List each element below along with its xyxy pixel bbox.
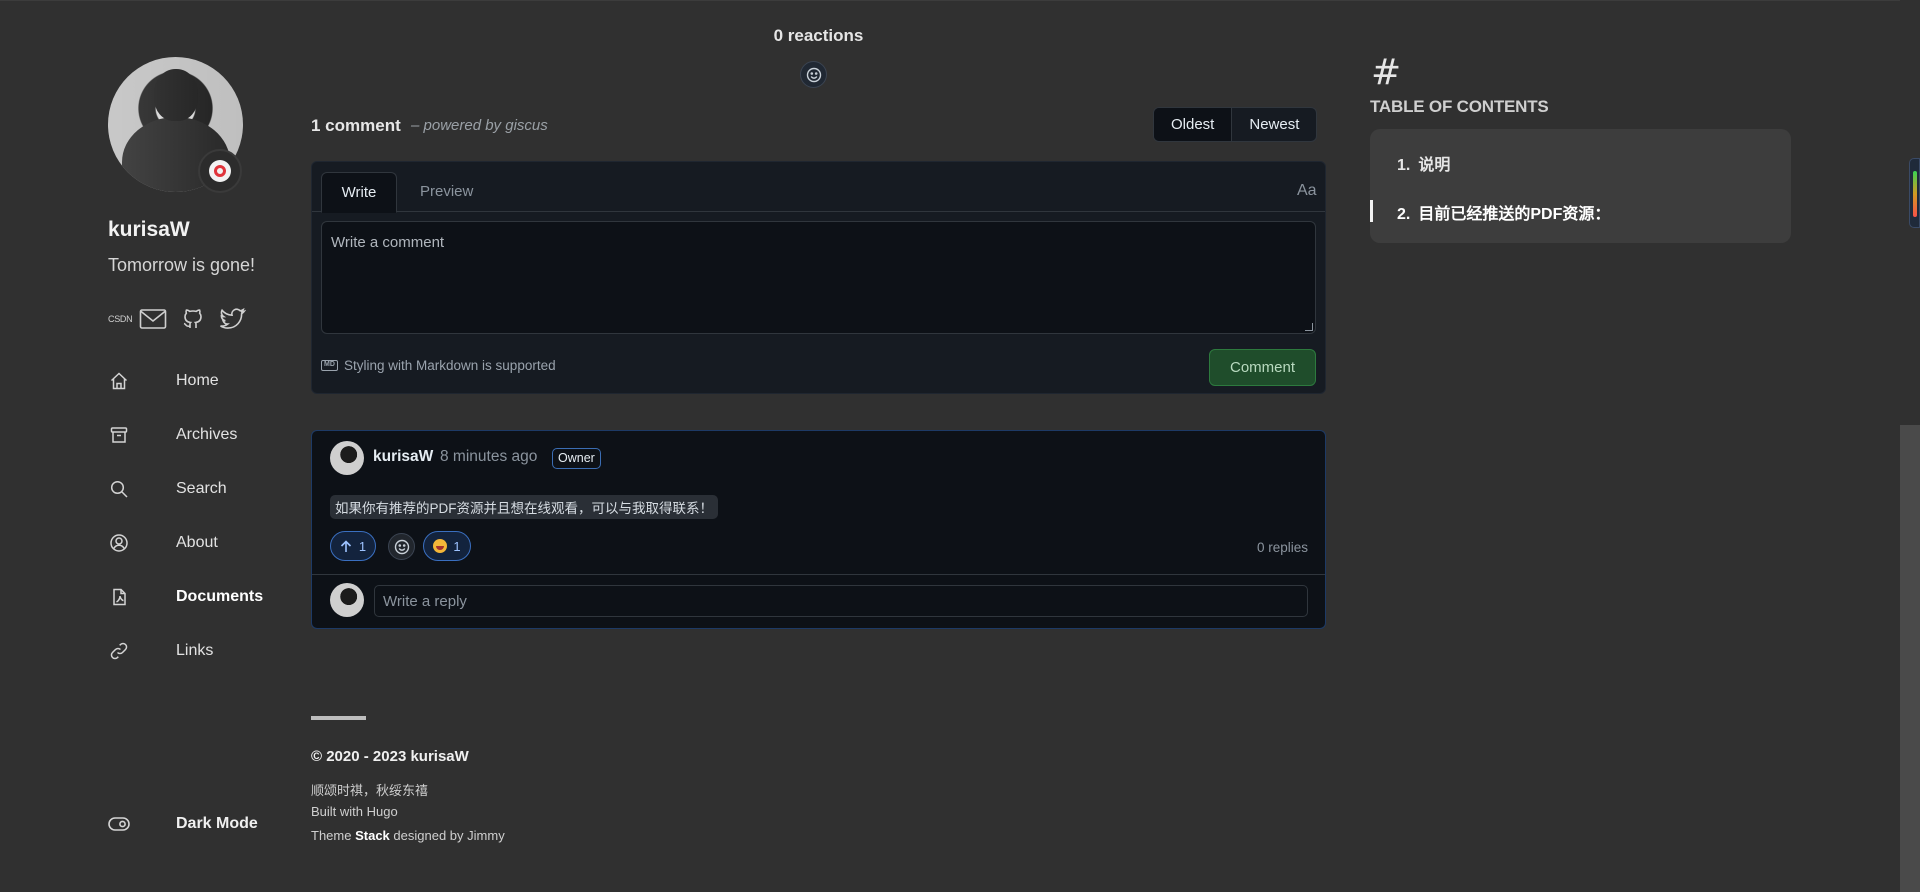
tab-write[interactable]: Write: [321, 172, 397, 213]
comment-add-reaction-button[interactable]: [388, 533, 415, 560]
scrollbar-thumb[interactable]: [1900, 425, 1920, 892]
left-sidebar: kurisaW Tomorrow is gone! CSDN Home Arch…: [108, 0, 298, 892]
comment-textarea[interactable]: Write a comment: [321, 221, 1316, 334]
arrow-up-icon: [340, 539, 351, 552]
social-links: CSDN: [108, 304, 258, 334]
menu-label-home: Home: [176, 372, 219, 389]
toc-item-label: 说明: [1418, 157, 1451, 174]
avatar-emoji-badge: [198, 149, 242, 193]
menu-item-documents[interactable]: Documents: [108, 570, 298, 624]
comment-author[interactable]: kurisaW: [373, 448, 433, 466]
menu-item-home[interactable]: Home: [108, 354, 298, 408]
reply-divider: [312, 574, 1325, 575]
reply-user-avatar: [330, 583, 364, 617]
menu-item-archives[interactable]: Archives: [108, 408, 298, 462]
home-icon: [108, 370, 130, 392]
reply-placeholder: Write a reply: [383, 593, 467, 610]
comment-submit-button[interactable]: Comment: [1209, 349, 1316, 386]
footer-theme-prefix: Theme: [311, 828, 352, 843]
comment-author-avatar[interactable]: [330, 441, 364, 475]
upvote-button[interactable]: 1: [330, 531, 376, 561]
menu-item-about[interactable]: About: [108, 516, 298, 570]
markdown-hint-text: Styling with Markdown is supported: [344, 358, 556, 373]
footer-theme-suffix[interactable]: designed by Jimmy: [393, 828, 504, 843]
laugh-reaction-button[interactable]: 1: [423, 531, 471, 561]
site-description: Tomorrow is gone!: [108, 255, 256, 275]
toc-card: 1. 说明 2. 目前已经推送的PDF资源：: [1370, 129, 1791, 243]
smiley-icon: [394, 539, 409, 554]
footer-theme: Theme Stack designed by Jimmy: [311, 828, 505, 843]
sort-oldest-button[interactable]: Oldest: [1154, 108, 1233, 141]
comment-time[interactable]: 8 minutes ago: [440, 448, 537, 466]
footer-theme-name[interactable]: Stack: [355, 828, 390, 843]
upvote-count: 1: [358, 538, 367, 554]
font-toggle-button[interactable]: Aa: [1297, 182, 1317, 200]
search-icon: [108, 478, 130, 500]
smiley-icon: [806, 67, 821, 82]
toc-title: TABLE OF CONTENTS: [1370, 97, 1549, 116]
toc-item-label: 目前已经推送的PDF资源：: [1418, 206, 1611, 223]
link-icon: [108, 640, 130, 662]
toc-item-1[interactable]: 1. 说明: [1397, 151, 1450, 175]
laugh-reaction-count: 1: [453, 538, 461, 554]
footer-divider: [311, 716, 366, 720]
toggle-icon: [108, 817, 130, 831]
comment-placeholder: Write a comment: [331, 234, 445, 251]
tab-preview[interactable]: Preview: [420, 172, 473, 212]
footer-motto: 顺颂时祺，秋绥东禧: [311, 783, 429, 798]
toc-item-number: 1.: [1397, 157, 1411, 174]
footer-copyright: © 2020 - 2023 kurisaW: [311, 748, 469, 765]
menu-item-search[interactable]: Search: [108, 462, 298, 516]
menu-label-search: Search: [176, 480, 227, 497]
menu-label-documents: Documents: [176, 588, 264, 605]
markdown-icon: MD: [321, 360, 338, 371]
comment-count: 1 comment: [311, 116, 401, 135]
toc-item-2[interactable]: 2. 目前已经推送的PDF资源：: [1397, 200, 1610, 224]
twitter-icon[interactable]: [218, 304, 248, 334]
comment-editor: Write Preview Aa Write a comment MD Styl…: [311, 161, 1326, 394]
sort-newest-button[interactable]: Newest: [1232, 108, 1316, 141]
comment-card: kurisaW 8 minutes ago Owner 如果你有推荐的PDF资源…: [311, 430, 1326, 629]
powered-by-giscus[interactable]: – powered by giscus: [411, 117, 548, 134]
site-name[interactable]: kurisaW: [108, 218, 190, 242]
archive-icon: [108, 424, 130, 446]
csdn-link[interactable]: CSDN: [108, 314, 138, 324]
email-icon[interactable]: [138, 304, 168, 334]
sort-toggle: Oldest Newest: [1153, 107, 1318, 142]
menu-item-links[interactable]: Links: [108, 624, 298, 678]
reply-input[interactable]: Write a reply: [374, 585, 1308, 617]
dark-mode-label: Dark Mode: [176, 815, 258, 832]
add-reaction-button[interactable]: [800, 61, 827, 88]
toc-hash-icon: #: [1371, 52, 1402, 93]
comment-body: 如果你有推荐的PDF资源并且想在线观看，可以与我取得联系！: [330, 495, 718, 519]
pdf-icon: [108, 586, 130, 608]
github-icon[interactable]: [178, 304, 208, 334]
resize-handle[interactable]: [1305, 323, 1313, 331]
owner-badge: Owner: [552, 448, 601, 469]
edge-widget-handle[interactable]: [1909, 158, 1920, 228]
footer-built-with[interactable]: Built with Hugo: [311, 804, 398, 819]
dark-mode-toggle[interactable]: Dark Mode: [108, 811, 258, 837]
user-icon: [108, 532, 130, 554]
toc-item-number: 2.: [1397, 206, 1411, 223]
site-avatar[interactable]: [108, 57, 243, 193]
toc-active-marker: [1370, 200, 1373, 222]
page: kurisaW Tomorrow is gone! CSDN Home Arch…: [0, 0, 1920, 892]
reactions-count: 0 reactions: [773, 26, 864, 45]
markdown-hint[interactable]: MD Styling with Markdown is supported: [321, 358, 556, 373]
grinning-face-icon: [433, 539, 448, 553]
main-menu: Home Archives Search About Documents Lin…: [108, 354, 298, 678]
menu-label-archives: Archives: [176, 426, 238, 443]
replies-count: 0 replies: [1257, 540, 1309, 555]
main-content: 0 reactions 1 comment – powered by giscu…: [311, 0, 1326, 892]
menu-label-about: About: [176, 534, 218, 551]
menu-label-links: Links: [176, 642, 214, 659]
